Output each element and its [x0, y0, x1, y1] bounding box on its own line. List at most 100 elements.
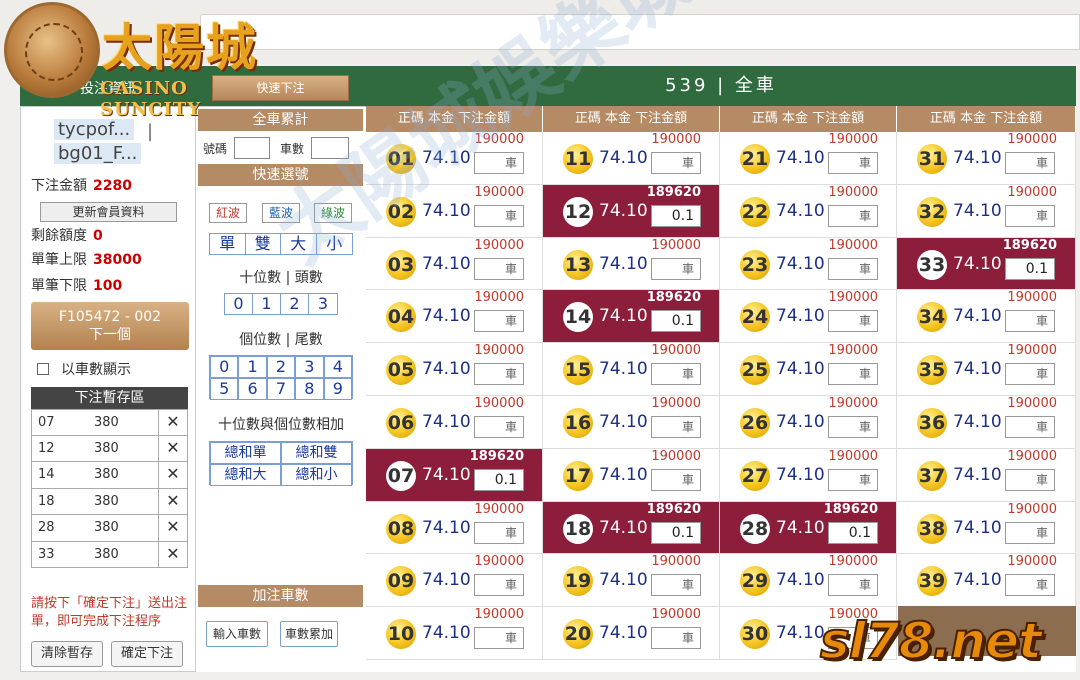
bet-input[interactable]: 車: [651, 574, 701, 597]
bet-input[interactable]: 車: [474, 574, 524, 597]
number-cell[interactable]: 34 74.10 190000 車: [897, 290, 1076, 344]
number-cell[interactable]: 11 74.10 190000 車: [543, 132, 720, 185]
number-cell[interactable]: 23 74.10 190000 車: [720, 237, 897, 291]
number-cell[interactable]: 17 74.10 190000 車: [543, 448, 720, 502]
bet-input[interactable]: 車: [651, 416, 701, 438]
bet-input[interactable]: 車: [474, 310, 524, 333]
number-cell[interactable]: 32 74.10 190000 車: [897, 184, 1076, 238]
bet-input[interactable]: 車: [1005, 521, 1055, 544]
bet-input[interactable]: 車: [1005, 416, 1055, 438]
bet-input[interactable]: 車: [828, 257, 878, 280]
bet-input[interactable]: 車: [474, 627, 524, 650]
bet-input[interactable]: 車: [1005, 204, 1055, 227]
bet-input[interactable]: 車: [474, 363, 524, 386]
remove-icon[interactable]: ✕: [158, 515, 187, 541]
number-cell[interactable]: 09 74.10 190000 車: [366, 554, 543, 608]
sum-even-button[interactable]: 總和雙: [281, 442, 352, 464]
number-cell[interactable]: 04 74.10 190000 車: [366, 290, 543, 344]
bet-input[interactable]: 車: [828, 204, 878, 227]
bet-input[interactable]: 車: [474, 257, 524, 280]
ones-button[interactable]: 5: [210, 378, 239, 400]
number-cell[interactable]: 26 74.10 190000 車: [720, 396, 897, 449]
number-cell[interactable]: 20 74.10 190000 車: [543, 607, 720, 660]
clear-temp-button[interactable]: 清除暫存: [31, 641, 103, 667]
bet-input[interactable]: 車: [828, 310, 878, 333]
number-cell[interactable]: 33 74.10 189620 0.1: [897, 237, 1076, 291]
sum-big-button[interactable]: 總和大: [210, 464, 281, 486]
number-cell[interactable]: 38 74.10 190000 車: [897, 501, 1076, 555]
number-cell[interactable]: 18 74.10 189620 0.1: [543, 501, 720, 555]
remove-icon[interactable]: ✕: [158, 410, 187, 435]
number-cell[interactable]: 24 74.10 190000 車: [720, 290, 897, 344]
bet-input[interactable]: 車: [1005, 574, 1055, 597]
blue-wave-button[interactable]: 藍波: [262, 203, 300, 223]
code-input[interactable]: [234, 137, 270, 159]
odd-button[interactable]: 單: [210, 234, 246, 254]
ones-button[interactable]: 2: [266, 356, 296, 378]
bet-input[interactable]: 車: [651, 468, 701, 491]
number-cell[interactable]: 22 74.10 190000 車: [720, 184, 897, 238]
bet-input[interactable]: 車: [651, 627, 701, 650]
number-cell[interactable]: 31 74.10 190000 車: [897, 132, 1076, 185]
bet-input[interactable]: 車: [1005, 310, 1055, 333]
bet-input[interactable]: 車: [474, 152, 524, 174]
green-wave-button[interactable]: 綠波: [314, 203, 352, 223]
bet-input[interactable]: 車: [828, 468, 878, 491]
sum-odd-button[interactable]: 總和單: [210, 442, 281, 464]
remove-icon[interactable]: ✕: [158, 541, 187, 567]
bet-input[interactable]: 車: [828, 152, 878, 174]
number-cell[interactable]: 13 74.10 190000 車: [543, 237, 720, 291]
number-cell[interactable]: 07 74.10 189620 0.1: [366, 448, 543, 502]
tens-button[interactable]: 1: [253, 294, 281, 314]
number-cell[interactable]: 08 74.10 190000 車: [366, 501, 543, 555]
ones-button[interactable]: 3: [295, 356, 324, 378]
number-cell[interactable]: 21 74.10 190000 車: [720, 132, 897, 185]
ones-button[interactable]: 4: [323, 356, 352, 378]
ones-button[interactable]: 6: [238, 378, 267, 400]
bet-input[interactable]: 車: [828, 416, 878, 438]
ones-button[interactable]: 9: [323, 378, 352, 400]
sum-small-button[interactable]: 總和小: [281, 464, 352, 486]
bet-input[interactable]: 車: [474, 416, 524, 438]
number-cell[interactable]: 27 74.10 190000 車: [720, 448, 897, 502]
confirm-bet-button[interactable]: 確定下注: [111, 641, 183, 667]
bet-input[interactable]: 0.1: [1005, 257, 1055, 280]
number-cell[interactable]: 14 74.10 189620 0.1: [543, 290, 720, 344]
number-cell[interactable]: 16 74.10 190000 車: [543, 396, 720, 449]
bet-input[interactable]: 車: [1005, 363, 1055, 386]
show-by-count-checkbox[interactable]: 以車數顯示: [37, 359, 131, 379]
remove-icon[interactable]: ✕: [158, 435, 187, 461]
tens-button[interactable]: 2: [281, 294, 309, 314]
bet-input[interactable]: 0.1: [651, 310, 701, 333]
number-cell[interactable]: 06 74.10 190000 車: [366, 396, 543, 449]
number-cell[interactable]: 29 74.10 190000 車: [720, 554, 897, 608]
number-cell[interactable]: 25 74.10 190000 車: [720, 343, 897, 396]
tens-button[interactable]: 3: [309, 294, 337, 314]
update-member-button[interactable]: 更新會員資料: [40, 202, 177, 222]
number-cell[interactable]: 37 74.10 190000 車: [897, 448, 1076, 502]
ones-button[interactable]: 8: [295, 378, 324, 400]
bet-input[interactable]: 0.1: [474, 468, 524, 491]
number-cell[interactable]: 05 74.10 190000 車: [366, 343, 543, 396]
number-cell[interactable]: 12 74.10 189620 0.1: [543, 184, 720, 238]
number-cell[interactable]: 19 74.10 190000 車: [543, 554, 720, 608]
input-count-button[interactable]: 輸入車數: [206, 621, 268, 647]
bet-input[interactable]: 車: [1005, 468, 1055, 491]
ones-button[interactable]: 0: [210, 356, 239, 378]
number-cell[interactable]: 02 74.10 190000 車: [366, 184, 543, 238]
bet-input[interactable]: 車: [828, 574, 878, 597]
tens-button[interactable]: 0: [225, 294, 253, 314]
number-cell[interactable]: 39 74.10 190000 車: [897, 554, 1076, 608]
bet-input[interactable]: 車: [474, 204, 524, 227]
bet-input[interactable]: 0.1: [651, 521, 701, 544]
red-wave-button[interactable]: 紅波: [209, 203, 247, 223]
number-cell[interactable]: 15 74.10 190000 車: [543, 343, 720, 396]
bet-input[interactable]: 車: [1005, 152, 1055, 174]
bet-input[interactable]: 車: [828, 363, 878, 386]
accumulate-count-button[interactable]: 車數累加: [280, 621, 338, 647]
ones-button[interactable]: 1: [238, 356, 267, 378]
small-button[interactable]: 小: [316, 234, 352, 254]
next-button[interactable]: F105472 - 002 下一個: [31, 302, 189, 350]
ones-button[interactable]: 7: [266, 378, 296, 400]
number-cell[interactable]: 10 74.10 190000 車: [366, 607, 543, 660]
